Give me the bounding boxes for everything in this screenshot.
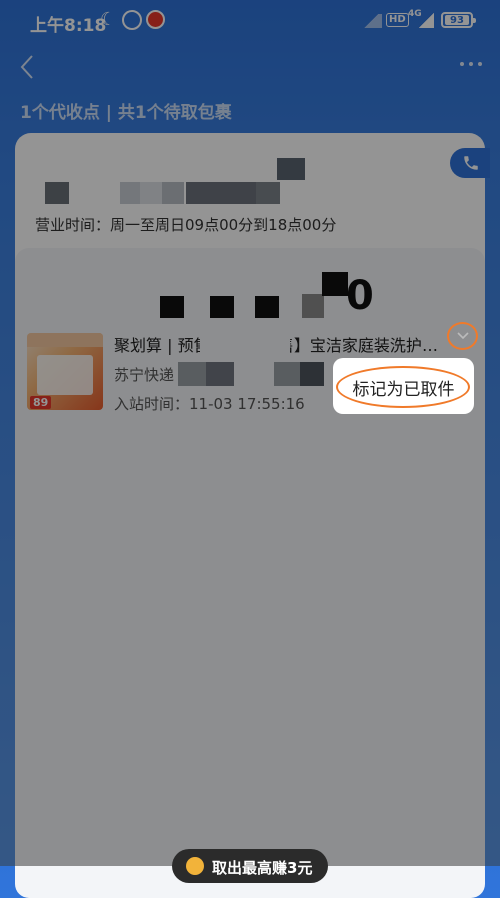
alarm-icon (122, 10, 142, 30)
tracking-number-redacted (178, 362, 328, 386)
courier-name: 苏宁快递 (114, 366, 175, 384)
station-name-redacted (45, 158, 345, 208)
thumbnail-price: 89 (30, 396, 52, 409)
mark-picked-option[interactable]: 标记为已取件 (333, 375, 474, 400)
moon-icon: ☾ (100, 9, 117, 30)
status-time: 上午8:18 (30, 16, 107, 36)
more-button[interactable] (460, 60, 484, 68)
mark-picked-popup[interactable]: 标记为已取件 (333, 358, 474, 414)
phone-icon (464, 156, 478, 170)
product-thumbnail[interactable]: 89 (27, 333, 103, 410)
signal-strength-icon (418, 13, 434, 28)
pickup-summary: 1个代收点 | 共1个待取包裹 (20, 98, 232, 123)
arrival-time: 入站时间：11-03 17:55:16 (114, 395, 305, 413)
more-dots-icon (469, 62, 473, 66)
product-box-image (37, 355, 93, 395)
coin-icon (186, 857, 204, 875)
thumbnail-banner (27, 333, 103, 347)
promo-button[interactable]: 取出最高赚3元 (172, 849, 328, 883)
chevron-down-icon (457, 332, 469, 340)
call-button[interactable] (450, 148, 490, 178)
back-button[interactable] (14, 52, 44, 82)
more-dots-icon (478, 62, 482, 66)
pickup-code-redacted: 0 (120, 270, 380, 320)
app-notification-icon (146, 10, 165, 29)
battery-level: 93 (445, 15, 469, 26)
chevron-left-icon (20, 55, 33, 79)
hd-badge: HD (386, 13, 409, 27)
signal-icon (360, 14, 382, 28)
business-hours: 营业时间：周一至周日09点00分到18点00分 (35, 216, 337, 234)
title-redacted (200, 330, 290, 356)
battery-icon: 93 (441, 12, 476, 28)
more-dots-icon (460, 62, 464, 66)
status-bar: 上午8:18 ☾ HD 4G 93 (0, 0, 500, 44)
summary-text: 1个代收点 | 共1个待取包裹 (20, 103, 232, 123)
promo-text: 取出最高赚3元 (212, 859, 313, 877)
expand-menu-button[interactable] (447, 322, 478, 350)
